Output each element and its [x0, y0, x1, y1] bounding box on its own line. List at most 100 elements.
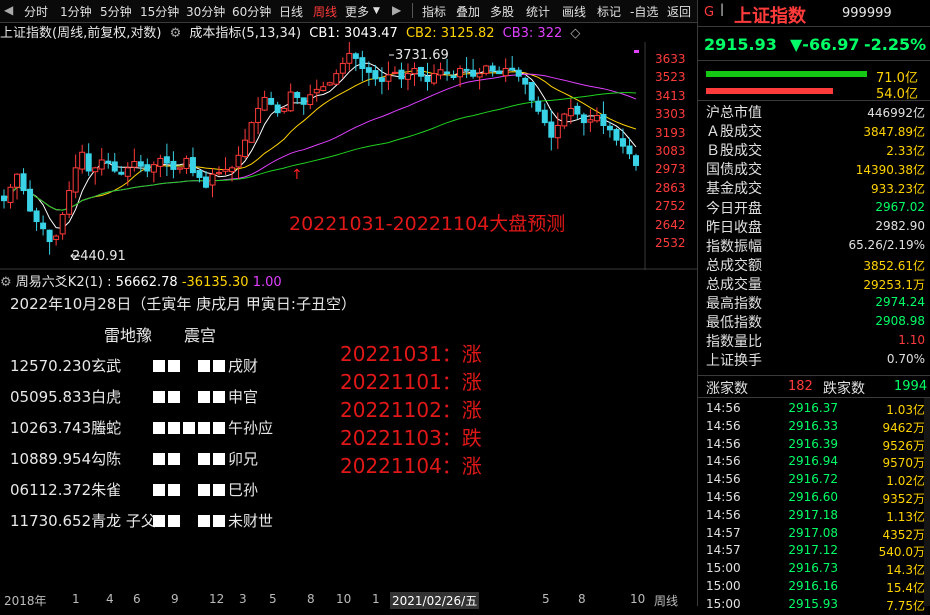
tab-period-6[interactable]: 60分钟	[232, 3, 271, 20]
candle-body	[157, 157, 164, 167]
buy-arrow-icon: ↑	[291, 167, 303, 183]
y-tick-label: 2863	[655, 180, 686, 195]
btn-overlay[interactable]: 叠加	[456, 3, 480, 20]
x-tick-label: 周线	[654, 594, 679, 608]
stat-row: 最高指数 2974.24	[706, 293, 925, 312]
line-number: 06112.372朱雀	[10, 481, 122, 499]
stat-label: 总成交量	[706, 276, 762, 293]
x-tick-label: 5	[542, 592, 550, 606]
btn-back[interactable]: 返回	[667, 3, 691, 20]
indicator2-name[interactable]: 周易六爻K2(1)	[16, 275, 103, 290]
settings-gear-icon[interactable]: ⚙	[170, 26, 182, 41]
stat-row: 国债成交 14390.38亿	[706, 159, 925, 178]
indicator-name[interactable]: 成本指标(5,13,34)	[189, 26, 301, 41]
candle-body	[600, 114, 607, 126]
tick-row[interactable]: 15:00 2916.16 15.4亿	[706, 579, 925, 597]
tick-time: 14:56	[706, 436, 741, 451]
candle-body	[183, 157, 190, 169]
tick-row[interactable]: 14:56 2917.18 1.13亿	[706, 508, 925, 526]
tick-time: 14:56	[706, 472, 741, 487]
line-relation: 未财世	[228, 512, 274, 530]
settings-gear-icon[interactable]: ⚙	[0, 275, 12, 290]
tick-row[interactable]: 14:56 2916.72 1.02亿	[706, 472, 925, 490]
btn-multi-stock[interactable]: 多股	[490, 3, 514, 20]
btn-draw-line[interactable]: 画线	[562, 3, 586, 20]
tick-volume: 9526万	[882, 438, 925, 453]
candle-body	[307, 94, 314, 106]
more-chevron-icon[interactable]: ▼	[373, 6, 380, 16]
line-number: 05095.833白虎	[10, 388, 122, 406]
stat-row: 基金成交 933.23亿	[706, 178, 925, 197]
yao-block-icon	[213, 453, 225, 465]
chart-title[interactable]: 上证指数(周线,前复权,对数)	[0, 26, 161, 41]
tab-period-5[interactable]: 30分钟	[186, 3, 225, 20]
tick-scrollbar[interactable]	[924, 398, 930, 606]
divination-date: 2022年10月28日（壬寅年 庚戌月 甲寅日:子丑空）	[10, 295, 356, 313]
btn-watchlist[interactable]: -自选	[630, 3, 658, 20]
yao-block-icon	[168, 360, 180, 372]
candle-body	[567, 107, 574, 117]
candle-body	[40, 222, 47, 230]
tick-row[interactable]: 14:56 2916.60 9352万	[706, 490, 925, 508]
candle-body	[574, 105, 581, 115]
y-tick-label: 2642	[655, 217, 686, 232]
candle-body	[176, 167, 183, 170]
tick-price: 2916.94	[788, 454, 838, 469]
btn-statistics[interactable]: 统计	[526, 3, 550, 20]
candle-body	[385, 74, 392, 82]
candle-body	[85, 153, 92, 172]
index-name: 上证指数	[734, 6, 806, 27]
indicator-header: ⚙ 周易六爻K2(1) : 56662.78 -36135.30 1.00	[0, 271, 645, 291]
btn-indicator[interactable]: 指标	[422, 3, 446, 20]
tick-row[interactable]: 15:00 2916.73 14.3亿	[706, 561, 925, 579]
yao-block-icon	[183, 515, 195, 527]
stat-label: 昨日收盘	[706, 219, 762, 236]
btn-mark[interactable]: 标记	[597, 3, 621, 20]
tick-row[interactable]: 14:57 2917.12 540.0万	[706, 543, 925, 561]
tab-period-1[interactable]: 分时	[24, 3, 48, 20]
tab-period-7[interactable]: 日线	[279, 3, 303, 20]
candle-body	[633, 155, 639, 166]
candle-body	[587, 119, 594, 123]
tick-row[interactable]: 14:56 2916.37 1.03亿	[706, 401, 925, 419]
tick-row[interactable]: 14:56 2916.94 9570万	[706, 454, 925, 472]
candlestick-chart[interactable]: 3731.69 2440.91 ← 20221031-20221104大盘预测 …	[0, 42, 697, 270]
candle-body	[391, 71, 398, 74]
tick-time: 14:56	[706, 401, 741, 415]
yao-block-icon	[168, 453, 180, 465]
tab-period-2[interactable]: 1分钟	[60, 3, 92, 20]
tick-price: 2917.12	[788, 543, 838, 558]
toolbar-left-arrow-icon[interactable]: ◀	[4, 3, 13, 17]
tick-row[interactable]: 14:56 2916.33 9462万	[706, 419, 925, 437]
candle-body	[216, 172, 223, 175]
candle-body	[502, 68, 509, 77]
yao-block-icon	[153, 515, 165, 527]
toolbar-right-arrow-icon[interactable]: ▶	[392, 3, 401, 17]
candle-body	[72, 167, 79, 193]
inflow-bar	[706, 71, 867, 77]
yao-block-icon	[168, 484, 180, 496]
tick-row[interactable]: 14:56 2916.39 9526万	[706, 437, 925, 455]
tick-volume: 4352万	[882, 527, 925, 542]
tab-period-3[interactable]: 5分钟	[100, 3, 132, 20]
stat-value: 3847.89亿	[863, 125, 925, 140]
stat-label: 指数量比	[706, 334, 762, 351]
tick-price: 2916.16	[788, 579, 838, 593]
indicator2-v2: -36135.30	[181, 275, 249, 290]
tick-price: 2916.37	[788, 401, 838, 415]
yao-block-icon	[198, 422, 210, 434]
stat-label: 沪总市值	[706, 105, 762, 121]
tab-period-weekly[interactable]: 周线	[313, 3, 337, 20]
candle-body	[14, 173, 21, 188]
ma-line	[3, 70, 637, 211]
candle-body	[352, 53, 359, 59]
tick-time: 15:00	[706, 596, 741, 611]
candle-body	[248, 122, 255, 143]
tab-period-more[interactable]: 更多	[345, 3, 369, 20]
tab-period-4[interactable]: 15分钟	[140, 3, 179, 20]
x-tick-label: 8	[307, 592, 315, 606]
high-label: 3731.69	[395, 48, 449, 63]
tick-row[interactable]: 14:57 2917.08 4352万	[706, 526, 925, 544]
candle-body	[300, 97, 307, 105]
stat-value: 2982.90	[875, 218, 925, 233]
